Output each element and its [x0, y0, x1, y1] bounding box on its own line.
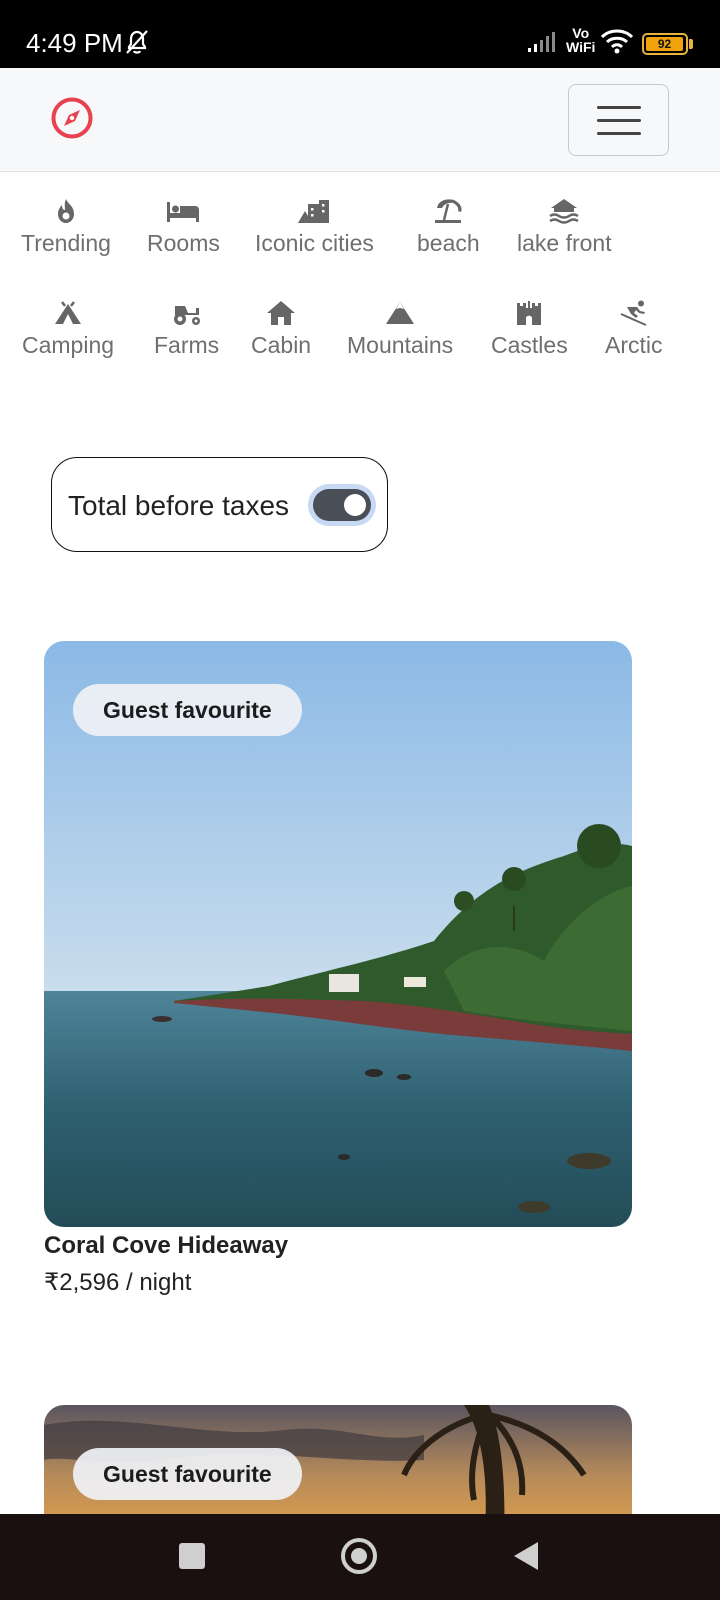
wifi-icon [600, 29, 634, 54]
category-trending[interactable]: Trending [21, 198, 111, 257]
category-arctic[interactable]: Arctic [605, 300, 663, 359]
category-label: Iconic cities [255, 230, 374, 256]
total-before-taxes-switch[interactable] [313, 489, 371, 521]
hamburger-bar [597, 119, 641, 122]
water-house-icon [549, 199, 579, 224]
city-buildings-icon [298, 200, 330, 223]
guest-favourite-badge: Guest favourite [73, 1448, 302, 1500]
guest-favourite-badge: Guest favourite [73, 684, 302, 736]
listing-photo[interactable]: Guest favourite [44, 641, 632, 1227]
category-camping[interactable]: Camping [22, 300, 114, 359]
status-bar: 4:49 PM Vo WiFi 92 [0, 0, 720, 68]
category-castles[interactable]: Castles [491, 300, 568, 359]
house-icon [267, 301, 296, 325]
system-navigation-bar [0, 1514, 720, 1600]
battery-tip [689, 39, 693, 49]
category-label: Camping [22, 332, 115, 358]
listing-price: ₹2,596 / night [44, 1269, 192, 1296]
cell-signal-icon [528, 32, 555, 52]
total-before-taxes-toggle-card[interactable]: Total before taxes [51, 457, 388, 552]
hamburger-bar [597, 132, 641, 135]
hamburger-menu-icon [597, 106, 641, 109]
category-rooms[interactable]: Rooms [147, 198, 220, 257]
category-cabin[interactable]: Cabin [251, 300, 311, 359]
category-label: Arctic [605, 332, 663, 358]
battery-icon: 92 [642, 33, 688, 55]
category-mountains[interactable]: Mountains [347, 300, 453, 359]
battery-level: 92 [646, 37, 683, 51]
bed-icon [167, 202, 200, 222]
category-iconic-cities[interactable]: Iconic cities [255, 198, 374, 257]
vowifi-indicator: Vo WiFi [566, 26, 595, 54]
total-before-taxes-label: Total before taxes [68, 490, 290, 521]
back-button[interactable] [512, 1540, 540, 1572]
toggle-focus-ring [308, 484, 376, 526]
category-farms[interactable]: Farms [154, 300, 219, 359]
category-label: Cabin [251, 332, 312, 358]
mountain-icon [386, 302, 415, 324]
category-beach[interactable]: beach [417, 198, 480, 257]
category-label: Trending [21, 230, 111, 256]
castle-icon [517, 301, 542, 325]
home-button[interactable] [341, 1538, 377, 1574]
flame-icon [57, 199, 74, 223]
category-label: Rooms [147, 230, 220, 256]
top-navbar [0, 68, 720, 172]
vowifi-top: Vo [572, 25, 590, 41]
compass-icon[interactable] [50, 96, 94, 140]
category-label: Farms [154, 332, 220, 358]
menu-button[interactable] [568, 84, 669, 156]
skiing-icon [620, 300, 647, 326]
status-time: 4:49 PM [26, 28, 123, 58]
recent-apps-button[interactable] [179, 1543, 205, 1569]
switch-knob [344, 494, 366, 516]
home-dot [351, 1548, 367, 1564]
bell-off-icon [126, 30, 148, 54]
tent-icon [55, 301, 82, 324]
category-label: Castles [491, 332, 568, 358]
category-label: Mountains [347, 332, 454, 358]
umbrella-beach-icon [435, 199, 462, 223]
listing-title[interactable]: Coral Cove Hideaway [44, 1232, 288, 1260]
vowifi-bottom: WiFi [566, 39, 596, 55]
category-lake-front[interactable]: lake front [517, 198, 612, 257]
category-label: lake front [517, 230, 612, 256]
category-label: beach [417, 230, 480, 256]
tractor-icon [173, 306, 200, 325]
